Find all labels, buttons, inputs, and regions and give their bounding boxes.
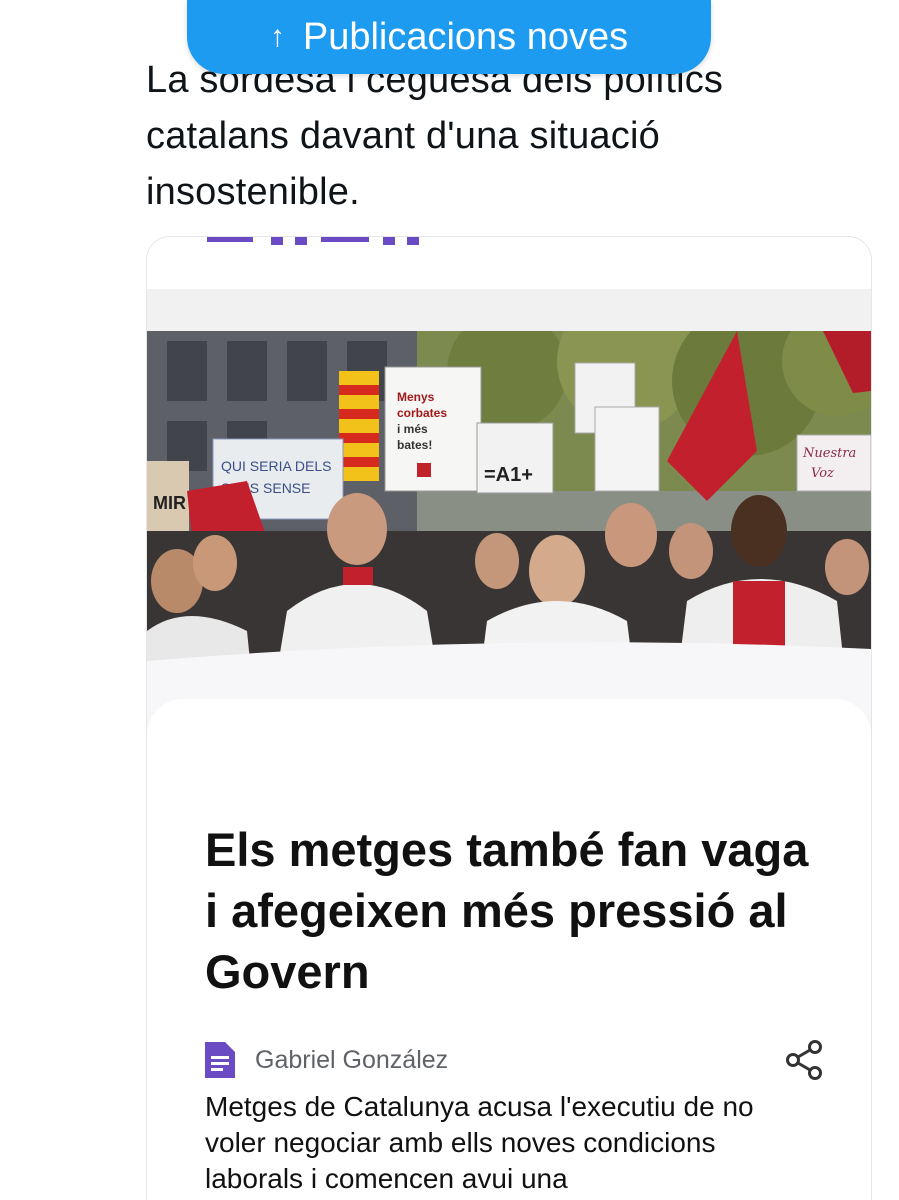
protest-sign-2: =A1+ xyxy=(476,422,554,494)
svg-text:Nuestra: Nuestra xyxy=(802,446,856,461)
share-icon[interactable] xyxy=(783,1039,825,1081)
svg-text:MIR: MIR xyxy=(153,493,186,513)
svg-text:Menys: Menys xyxy=(397,390,435,404)
article-summary: Metges de Catalunya acusa l'executiu de … xyxy=(205,1091,754,1194)
protest-photo: Menys corbates i més bates! =A1+ QUI SER… xyxy=(147,331,871,731)
new-posts-button[interactable]: ↑ Publicacions noves xyxy=(187,0,711,74)
publisher-logo xyxy=(207,237,419,245)
svg-text:=A1+: =A1+ xyxy=(484,464,533,486)
svg-text:bates!: bates! xyxy=(397,438,432,452)
protest-sign-1: Menys corbates i més bates! xyxy=(384,366,482,492)
svg-text:QUI SERIA DELS: QUI SERIA DELS xyxy=(221,458,331,474)
publisher-logo-strip xyxy=(147,237,871,289)
article-panel: Els metges també fan vaga i afegeixen mé… xyxy=(147,699,871,1200)
arrow-up-icon: ↑ xyxy=(269,20,285,53)
page: La sordesa i ceguesa dels polítics catal… xyxy=(0,0,899,1200)
tweet-text: La sordesa i ceguesa dels polítics catal… xyxy=(146,59,724,213)
author-name: Gabriel González xyxy=(255,1045,449,1074)
link-preview-card[interactable]: Menys corbates i més bates! =A1+ QUI SER… xyxy=(146,236,872,1200)
article-photo: Menys corbates i més bates! =A1+ QUI SER… xyxy=(147,331,871,731)
new-posts-label: Publicacions noves xyxy=(302,16,629,58)
author-row: Gabriel González xyxy=(205,1037,825,1083)
svg-text:corbates: corbates xyxy=(397,406,447,420)
svg-text:i més: i més xyxy=(397,422,428,436)
document-icon xyxy=(205,1042,235,1078)
article-headline[interactable]: Els metges també fan vaga i afegeixen mé… xyxy=(205,819,825,1002)
image-top-band xyxy=(147,289,871,331)
svg-text:Voz: Voz xyxy=(811,466,834,481)
